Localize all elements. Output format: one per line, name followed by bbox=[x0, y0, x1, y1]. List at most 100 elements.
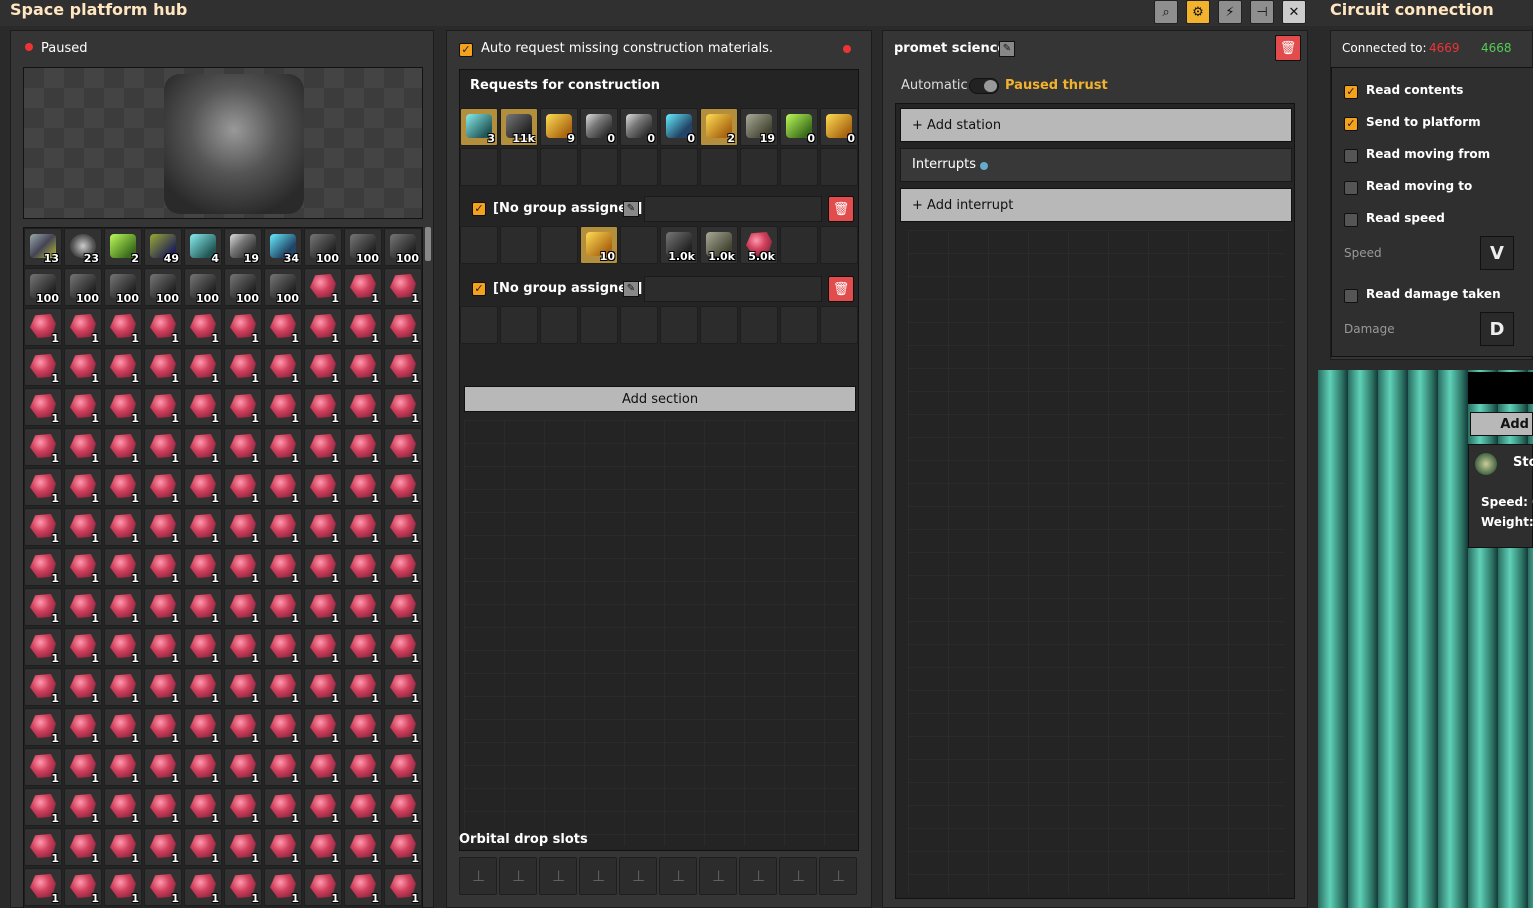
inventory-slot[interactable]: 1 bbox=[384, 348, 422, 386]
inventory-slot[interactable]: 100 bbox=[384, 228, 422, 266]
lightning-icon[interactable]: ⚡ bbox=[1218, 0, 1242, 24]
inventory-slot[interactable]: 1 bbox=[184, 588, 222, 626]
inventory-slot[interactable]: 1 bbox=[304, 588, 342, 626]
option-checkbox[interactable]: ✓ bbox=[1344, 149, 1358, 163]
request-slot[interactable] bbox=[500, 226, 538, 264]
network-icon[interactable]: ⚙ bbox=[1186, 0, 1210, 24]
inventory-slot[interactable]: 1 bbox=[224, 708, 262, 746]
inventory-slot[interactable]: 1 bbox=[304, 708, 342, 746]
inventory-slot[interactable]: 1 bbox=[384, 708, 422, 746]
request-slot[interactable]: 1.0k bbox=[660, 226, 698, 264]
close-icon[interactable]: ✕ bbox=[1282, 0, 1306, 24]
inventory-slot[interactable]: 1 bbox=[184, 508, 222, 546]
inventory-slot[interactable]: 1 bbox=[184, 708, 222, 746]
orbital-slot[interactable]: ⊥ bbox=[779, 857, 817, 895]
inventory-slot[interactable]: 1 bbox=[304, 548, 342, 586]
inventory-slot[interactable]: 1 bbox=[184, 828, 222, 866]
request-slot[interactable] bbox=[700, 148, 738, 186]
request-slot[interactable] bbox=[820, 148, 858, 186]
inventory-slot[interactable]: 1 bbox=[384, 828, 422, 866]
inventory-slot[interactable]: 1 bbox=[104, 748, 142, 786]
inventory-slot[interactable]: 1 bbox=[224, 628, 262, 666]
add-interrupt-button[interactable]: + Add interrupt bbox=[900, 188, 1292, 222]
orbital-slot[interactable]: ⊥ bbox=[579, 857, 617, 895]
request-slot[interactable] bbox=[620, 226, 658, 264]
inventory-slot[interactable]: 1 bbox=[384, 628, 422, 666]
request-slot[interactable]: 10 bbox=[580, 226, 618, 264]
delete-icon[interactable]: 🗑 bbox=[828, 276, 854, 302]
inventory-slot[interactable]: 1 bbox=[64, 868, 102, 906]
inventory-slot[interactable]: 1 bbox=[344, 628, 382, 666]
request-slot[interactable]: 0 bbox=[780, 108, 818, 146]
inventory-slot[interactable]: 1 bbox=[24, 508, 62, 546]
inventory-slot[interactable]: 1 bbox=[344, 828, 382, 866]
inventory-slot[interactable]: 1 bbox=[64, 828, 102, 866]
inventory-slot[interactable]: 1 bbox=[384, 868, 422, 906]
inventory-slot[interactable]: 1 bbox=[264, 708, 302, 746]
inventory-slot[interactable]: 1 bbox=[184, 308, 222, 346]
orbital-slot[interactable]: ⊥ bbox=[659, 857, 697, 895]
request-slot[interactable]: 11k bbox=[500, 108, 538, 146]
inventory-slot[interactable]: 1 bbox=[24, 308, 62, 346]
inventory-slot[interactable]: 1 bbox=[344, 748, 382, 786]
auto-request-checkbox[interactable]: ✓ bbox=[459, 43, 473, 57]
inventory-slot[interactable]: 1 bbox=[104, 588, 142, 626]
inventory-slot[interactable]: 1 bbox=[144, 868, 182, 906]
inventory-slot[interactable]: 1 bbox=[24, 628, 62, 666]
inventory-slot[interactable]: 1 bbox=[104, 428, 142, 466]
inventory-slot[interactable]: 1 bbox=[104, 868, 142, 906]
inventory-slot[interactable]: 1 bbox=[24, 548, 62, 586]
inventory-slot[interactable]: 1 bbox=[24, 868, 62, 906]
inventory-slot[interactable]: 1 bbox=[384, 428, 422, 466]
inventory-slot[interactable]: 100 bbox=[24, 268, 62, 306]
inventory-slot[interactable]: 1 bbox=[344, 468, 382, 506]
inventory-slot[interactable]: 1 bbox=[104, 348, 142, 386]
inventory-slot[interactable]: 1 bbox=[64, 668, 102, 706]
inventory-slot[interactable]: 1 bbox=[264, 468, 302, 506]
request-slot[interactable] bbox=[660, 306, 698, 344]
inventory-slot[interactable]: 1 bbox=[144, 468, 182, 506]
inventory-slot[interactable]: 1 bbox=[144, 508, 182, 546]
request-slot[interactable] bbox=[460, 226, 498, 264]
inventory-slot[interactable]: 23 bbox=[64, 228, 102, 266]
inventory-slot[interactable]: 19 bbox=[224, 228, 262, 266]
inventory-slot[interactable]: 1 bbox=[384, 668, 422, 706]
inventory-slot[interactable]: 13 bbox=[24, 228, 62, 266]
orbital-slot[interactable]: ⊥ bbox=[699, 857, 737, 895]
edit-icon[interactable]: ✎ bbox=[623, 201, 639, 217]
inventory-slot[interactable]: 1 bbox=[304, 468, 342, 506]
option-checkbox[interactable]: ✓ bbox=[1344, 289, 1358, 303]
inventory-slot[interactable]: 1 bbox=[384, 468, 422, 506]
inventory-slot[interactable]: 1 bbox=[64, 348, 102, 386]
request-slot[interactable] bbox=[500, 148, 538, 186]
inventory-slot[interactable]: 1 bbox=[144, 708, 182, 746]
orbital-slot[interactable]: ⊥ bbox=[619, 857, 657, 895]
pin-icon[interactable]: ⊣ bbox=[1250, 0, 1274, 24]
inventory-slot[interactable]: 1 bbox=[224, 468, 262, 506]
orbital-slot[interactable]: ⊥ bbox=[739, 857, 777, 895]
inventory-slot[interactable]: 1 bbox=[304, 348, 342, 386]
inventory-slot[interactable]: 1 bbox=[384, 508, 422, 546]
request-slot[interactable] bbox=[540, 306, 578, 344]
inventory-slot[interactable]: 1 bbox=[384, 788, 422, 826]
inventory-slot[interactable]: 1 bbox=[64, 468, 102, 506]
option-checkbox[interactable]: ✓ bbox=[1344, 85, 1358, 99]
inventory-slot[interactable]: 1 bbox=[184, 548, 222, 586]
inventory-slot[interactable]: 1 bbox=[344, 388, 382, 426]
inventory-slot[interactable]: 1 bbox=[184, 428, 222, 466]
inventory-slot[interactable]: 1 bbox=[264, 668, 302, 706]
inventory-slot[interactable]: 49 bbox=[144, 228, 182, 266]
inventory-slot[interactable]: 1 bbox=[104, 828, 142, 866]
inventory-slot[interactable]: 1 bbox=[304, 668, 342, 706]
inventory-slot[interactable]: 1 bbox=[264, 388, 302, 426]
inventory-slot[interactable]: 1 bbox=[344, 348, 382, 386]
inventory-slot[interactable]: 1 bbox=[64, 788, 102, 826]
add-section-button[interactable]: Add section bbox=[464, 386, 856, 412]
inventory-slot[interactable]: 1 bbox=[224, 868, 262, 906]
inventory-slot[interactable]: 100 bbox=[104, 268, 142, 306]
request-slot[interactable] bbox=[540, 226, 578, 264]
inventory-slot[interactable]: 1 bbox=[104, 548, 142, 586]
inventory-slot[interactable]: 1 bbox=[184, 348, 222, 386]
inventory-slot[interactable]: 1 bbox=[104, 788, 142, 826]
inventory-slot[interactable]: 1 bbox=[184, 388, 222, 426]
